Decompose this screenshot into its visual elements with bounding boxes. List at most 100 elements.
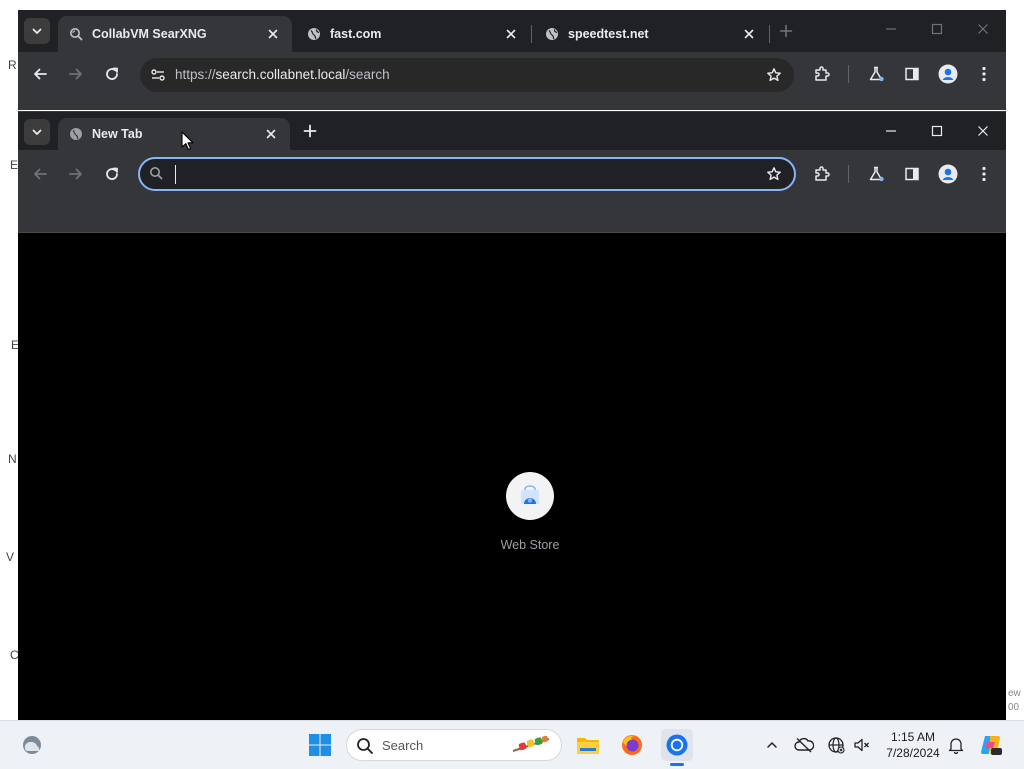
address-bar[interactable]: [138, 157, 796, 191]
tab-new-tab[interactable]: New Tab: [58, 118, 290, 150]
tab-separator: [531, 25, 532, 43]
url-scheme: https://: [175, 67, 216, 82]
copilot-button[interactable]: [976, 729, 1006, 761]
forward-button[interactable]: [60, 158, 92, 190]
show-hidden-icons-button[interactable]: [762, 735, 782, 755]
desktop-label-fragment: V: [6, 550, 15, 564]
plus-icon: [303, 124, 317, 138]
chevron-down-icon: [31, 25, 43, 37]
close-icon: [977, 125, 989, 137]
front-browser-window: New Tab Web Store: [18, 111, 1006, 721]
taskbar-search-label: Search: [382, 738, 424, 753]
tab-collabvm-searxng[interactable]: CollabVM SearXNG: [58, 16, 292, 52]
profile-button[interactable]: [932, 58, 964, 90]
clock-time: 1:15 AM: [890, 730, 936, 744]
site-settings-icon[interactable]: [150, 67, 166, 83]
forward-button[interactable]: [60, 58, 92, 90]
cloud-offline-icon: [794, 737, 814, 753]
bookmark-star-icon[interactable]: [762, 63, 786, 87]
toolbar-divider: [848, 165, 849, 183]
copilot-icon: [979, 733, 1003, 757]
reload-button[interactable]: [96, 158, 128, 190]
shortcut-tile: [506, 472, 554, 520]
tab-close-button[interactable]: [502, 25, 520, 43]
tab-title: speedtest.net: [568, 27, 649, 41]
side-panel-button[interactable]: [896, 158, 928, 190]
reload-button[interactable]: [96, 58, 128, 90]
close-icon: [266, 129, 276, 139]
clock-date: 7/28/2024: [886, 746, 940, 760]
tab-close-button[interactable]: [740, 25, 758, 43]
menu-button[interactable]: [968, 58, 1000, 90]
widgets-button[interactable]: [16, 729, 48, 761]
firefox-icon: [620, 733, 644, 757]
address-bar[interactable]: https://search.collabnet.local/search: [140, 58, 794, 92]
side-panel-button[interactable]: [896, 58, 928, 90]
maximize-icon: [931, 125, 943, 137]
minimize-icon: [885, 23, 897, 35]
ntp-shortcut-web-store[interactable]: Web Store: [480, 472, 580, 552]
tab-title: CollabVM SearXNG: [92, 27, 207, 41]
start-button[interactable]: [304, 729, 336, 761]
labs-button[interactable]: [860, 158, 892, 190]
search-engine-icon: [149, 166, 163, 180]
mouse-cursor-icon: [181, 131, 195, 151]
back-button[interactable]: [24, 58, 56, 90]
tab-fast-com[interactable]: fast.com: [296, 16, 530, 52]
arrow-left-icon: [32, 66, 48, 82]
minimize-button[interactable]: [868, 112, 914, 150]
tab-search-button[interactable]: [24, 18, 50, 44]
plus-icon: [779, 24, 793, 38]
new-tab-button[interactable]: [298, 119, 322, 143]
tab-separator: [769, 25, 770, 43]
search-icon: [356, 737, 374, 755]
globe-icon: [306, 26, 322, 42]
back-button[interactable]: [24, 158, 56, 190]
labs-button[interactable]: [860, 58, 892, 90]
front-toolbar: [18, 150, 1006, 233]
tab-speedtest-net[interactable]: speedtest.net: [534, 16, 768, 52]
taskbar: Search 1:15 AM 7/28/2024: [0, 720, 1024, 769]
firefox-button[interactable]: [616, 729, 648, 761]
searxng-icon: [68, 26, 84, 42]
new-tab-button[interactable]: [774, 19, 798, 43]
extensions-button[interactable]: [806, 58, 838, 90]
search-highlight-icon: [509, 733, 557, 757]
menu-button[interactable]: [968, 158, 1000, 190]
system-clock[interactable]: 1:15 AM 7/28/2024: [878, 729, 948, 761]
maximize-button[interactable]: [914, 112, 960, 150]
onedrive-button[interactable]: [794, 735, 814, 755]
kebab-menu-icon: [982, 166, 986, 182]
maximize-icon: [931, 23, 943, 35]
tab-close-button[interactable]: [262, 125, 280, 143]
close-window-button[interactable]: [960, 112, 1006, 150]
volume-button[interactable]: [852, 735, 872, 755]
file-explorer-button[interactable]: [572, 729, 604, 761]
profile-button[interactable]: [932, 158, 964, 190]
close-icon: [744, 29, 754, 39]
tab-search-button[interactable]: [24, 119, 50, 145]
web-store-icon: [519, 485, 541, 507]
side-panel-icon: [904, 66, 920, 82]
desktop-label-fragment: E: [10, 158, 19, 172]
notifications-button[interactable]: [946, 735, 966, 755]
url-host: search.collabnet.local: [215, 67, 346, 82]
chevron-up-icon: [766, 739, 778, 751]
flask-icon: [867, 165, 885, 183]
close-window-button[interactable]: [960, 10, 1006, 48]
avatar-icon: [938, 164, 958, 184]
tab-close-button[interactable]: [264, 25, 282, 43]
arrow-right-icon: [68, 166, 84, 182]
bookmark-star-icon[interactable]: [762, 162, 786, 186]
taskbar-search-box[interactable]: Search: [346, 729, 562, 761]
network-button[interactable]: [826, 735, 846, 755]
minimize-button[interactable]: [868, 10, 914, 48]
chrome-taskbar-button[interactable]: [661, 729, 693, 761]
extensions-button[interactable]: [806, 158, 838, 190]
maximize-button[interactable]: [914, 10, 960, 48]
desktop-label-fragment: ew: [1008, 688, 1021, 699]
folder-icon: [576, 734, 600, 756]
arrow-right-icon: [68, 66, 84, 82]
omnibox-input[interactable]: [173, 165, 737, 187]
kebab-menu-icon: [982, 66, 986, 82]
